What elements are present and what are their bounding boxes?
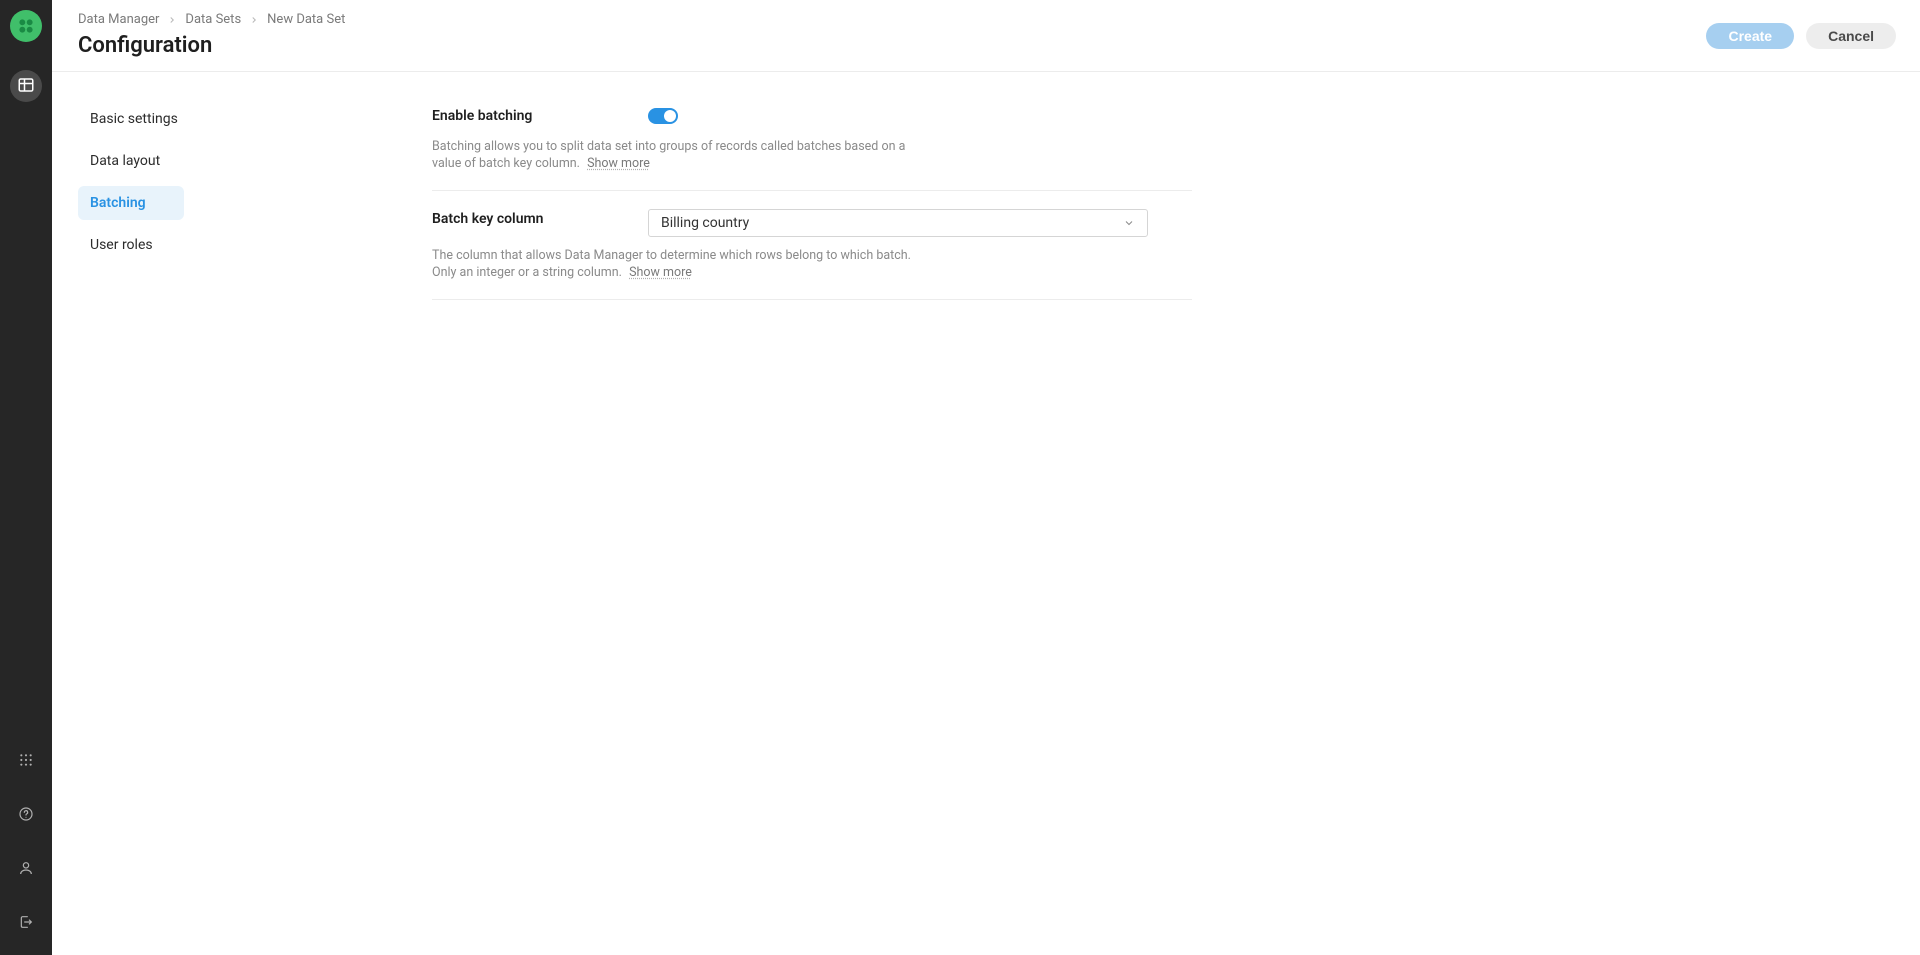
breadcrumb-item-data-sets[interactable]: Data Sets [185, 12, 241, 28]
subnav-data-layout[interactable]: Data layout [78, 144, 184, 178]
page-header: Data Manager Data Sets New Data Set Conf… [52, 0, 1920, 72]
batch-key-label: Batch key column [432, 209, 628, 229]
cancel-button[interactable]: Cancel [1806, 23, 1896, 49]
apps-icon [18, 752, 34, 771]
user-icon [18, 860, 34, 879]
batch-key-help: The column that allows Data Manager to d… [432, 247, 912, 281]
chevron-right-icon [167, 15, 177, 25]
main-area: Data Manager Data Sets New Data Set Conf… [52, 0, 1920, 955]
section-batch-key: Batch key column Billing country The col… [432, 191, 1192, 300]
app-logo[interactable] [10, 10, 42, 42]
batch-key-show-more[interactable]: Show more [629, 265, 692, 280]
enable-batching-label: Enable batching [432, 106, 628, 126]
subnav-item-label: Basic settings [90, 111, 178, 127]
subnav-item-label: User roles [90, 237, 153, 253]
header-actions: Create Cancel [1706, 23, 1896, 49]
breadcrumb: Data Manager Data Sets New Data Set [78, 12, 1706, 28]
help-icon [18, 806, 34, 825]
rail-apps-button[interactable] [10, 745, 42, 777]
table-icon [17, 76, 35, 97]
chevron-down-icon [1123, 217, 1135, 229]
enable-batching-show-more[interactable]: Show more [587, 156, 650, 171]
rail-help-button[interactable] [10, 799, 42, 831]
settings-subnav: Basic settings Data layout Batching User… [78, 96, 408, 300]
rail-datasets-button[interactable] [10, 70, 42, 102]
enable-batching-toggle[interactable] [648, 108, 678, 124]
body: Basic settings Data layout Batching User… [52, 72, 1920, 324]
subnav-item-label: Batching [90, 195, 146, 211]
subnav-batching[interactable]: Batching [78, 186, 184, 220]
section-enable-batching: Enable batching Batching allows you to s… [432, 106, 1192, 191]
breadcrumb-item-data-manager[interactable]: Data Manager [78, 12, 159, 28]
subnav-item-label: Data layout [90, 153, 160, 169]
logout-icon [18, 914, 34, 933]
breadcrumb-item-new-data-set[interactable]: New Data Set [267, 12, 345, 28]
enable-batching-help-text: Batching allows you to split data set in… [432, 139, 905, 171]
rail-logout-button[interactable] [10, 907, 42, 939]
subnav-basic-settings[interactable]: Basic settings [78, 102, 190, 136]
chevron-right-icon [249, 15, 259, 25]
page-title: Configuration [78, 32, 1706, 60]
enable-batching-help: Batching allows you to split data set in… [432, 138, 912, 172]
create-button[interactable]: Create [1706, 23, 1794, 49]
batch-key-select-value: Billing country [661, 215, 749, 231]
batch-key-select[interactable]: Billing country [648, 209, 1148, 237]
settings-content: Enable batching Batching allows you to s… [432, 96, 1192, 300]
rail-user-button[interactable] [10, 853, 42, 885]
subnav-user-roles[interactable]: User roles [78, 228, 184, 262]
app-rail [0, 0, 52, 955]
